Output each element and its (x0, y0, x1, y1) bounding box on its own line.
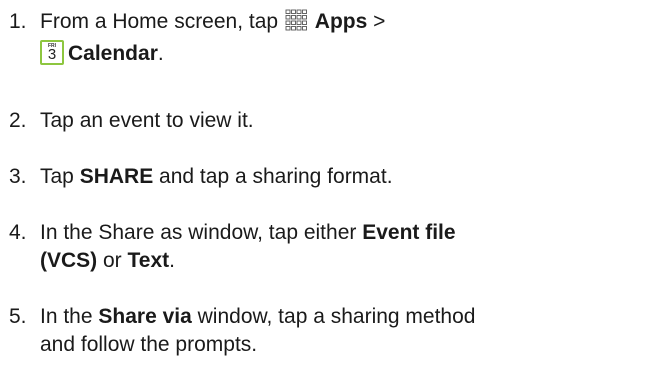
step-text: Tap an event to view it. (40, 107, 640, 135)
step-number: 5. (9, 305, 27, 328)
calendar-icon: FRI 3 (40, 40, 64, 65)
apps-grid-icon (285, 9, 307, 31)
step-number: 1. (9, 10, 27, 33)
step-text: In the Share via window, tap a sharing m… (40, 303, 640, 359)
calendar-label: Calendar (68, 42, 158, 65)
step-text-segment: and follow the prompts. (40, 333, 258, 356)
share-via-label: Share via (98, 305, 192, 328)
step-text-segment: . (157, 42, 164, 65)
vcs-label: (VCS) (40, 249, 98, 272)
apps-label: Apps (314, 10, 368, 33)
step-text-segment: window, tap a sharing method (191, 305, 476, 328)
step-number: 2. (9, 109, 27, 132)
calendar-icon-date: 3 (47, 46, 57, 63)
text-label: Text (127, 249, 170, 272)
step-text: From a Home screen, tap Apps > FRI 3 Cal… (40, 8, 640, 68)
step-text-segment: Tap an event to view it. (40, 109, 254, 132)
step-number: 3. (9, 165, 27, 188)
step-text: In the Share as window, tap either Event… (40, 219, 640, 275)
step-text-segment: and tap a sharing format. (153, 165, 393, 188)
step-text-segment: In the (40, 305, 99, 328)
step-number: 4. (9, 221, 27, 244)
step-text-segment: > (367, 10, 386, 33)
event-file-label: Event file (362, 221, 456, 244)
step-text-segment: . (169, 249, 175, 272)
step-text-segment: From a Home screen, tap (40, 10, 279, 33)
share-label: SHARE (79, 165, 154, 188)
step-text-segment: Tap (40, 165, 80, 188)
step-text: Tap SHARE and tap a sharing format. (40, 163, 640, 191)
step-text-segment: In the Share as window, tap either (40, 221, 363, 244)
step-text-segment: or (97, 249, 128, 272)
